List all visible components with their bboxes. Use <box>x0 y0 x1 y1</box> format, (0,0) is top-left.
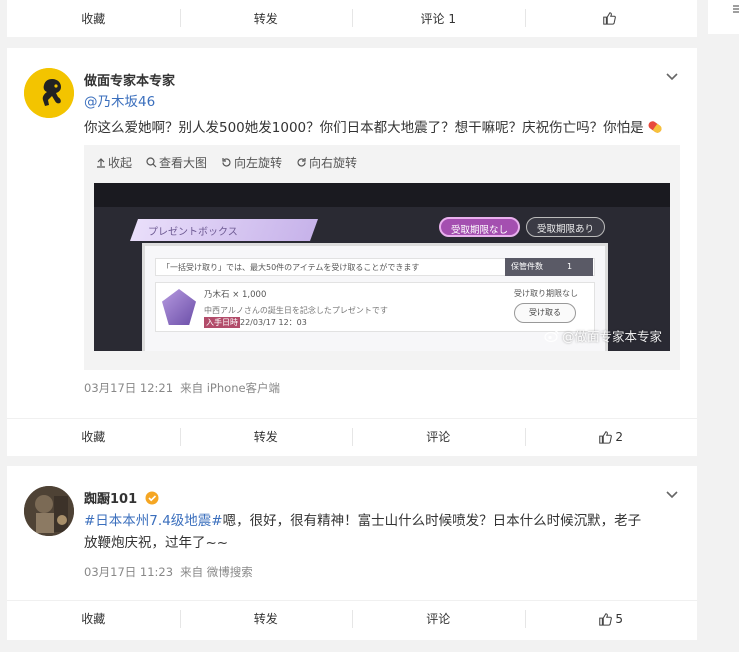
collapse-label: 收起 <box>108 155 133 170</box>
post-date[interactable]: 03月17日 12:21 <box>84 381 173 395</box>
view-large-label: 查看大图 <box>159 155 208 170</box>
avatar-image <box>24 68 74 118</box>
verified-badge-icon <box>145 491 159 505</box>
username[interactable]: 做面专家本专家 <box>84 70 175 89</box>
item-desc: 中西アルノさんの誕生日を記念したプレゼントです <box>204 306 388 315</box>
like-button[interactable]: 5 <box>524 601 698 636</box>
avatar-image <box>24 486 74 536</box>
stored-label: 保管件数 <box>511 262 543 271</box>
pill-emoji-icon <box>648 121 662 133</box>
rotate-left-icon <box>222 157 231 167</box>
like-count: 2 <box>615 429 624 444</box>
rotate-right-label: 向右旋转 <box>309 155 358 170</box>
collapse-button[interactable]: 收起 <box>96 154 132 171</box>
comment-label: 评论 1 <box>420 11 456 26</box>
forward-button[interactable]: 转发 <box>179 419 353 454</box>
thumbs-up-icon <box>599 430 613 444</box>
rotate-left-button[interactable]: 向左旋转 <box>221 154 282 171</box>
crystal-icon <box>162 289 196 325</box>
username-text[interactable]: 踟蹰101 <box>84 492 137 507</box>
post-body-line-1: 嗯，很好，很有精神！富士山什么时候喷发？日本什么时候沉默，老子 <box>222 513 642 529</box>
post-card-2: 踟蹰101 #日本本州7.4级地震#嗯，很好，很有精神！富士山什么时候喷发？日本… <box>7 466 697 640</box>
tab-no-limit: 受取期限なし <box>439 217 521 237</box>
notice-text: 「一括受け取り」では、最大50件のアイテムを受け取ることができます <box>162 263 420 272</box>
like-button[interactable] <box>524 0 698 36</box>
comment-label: 评论 <box>426 612 451 626</box>
collect-label: 收藏 <box>81 430 106 444</box>
present-box-header: プレゼントボックス <box>148 227 238 238</box>
post-actions: 收藏 转发 评论 2 <box>7 418 697 454</box>
upload-arrow-icon <box>97 157 105 168</box>
forward-button[interactable]: 转发 <box>179 0 353 36</box>
post-actions: 收藏 转发 评论 5 <box>7 600 697 636</box>
tab-with-limit: 受取期限あり <box>526 217 606 237</box>
like-count: 5 <box>615 611 624 626</box>
collapse-icon <box>733 5 739 13</box>
collect-button[interactable]: 收藏 <box>7 0 180 36</box>
post-meta: 03月17日 11:23 来自 微博搜索 <box>84 564 253 580</box>
forward-label: 转发 <box>253 612 278 626</box>
comment-button[interactable]: 评论 <box>352 601 525 636</box>
date-value: 22/03/17 12：03 <box>240 318 307 327</box>
item-name: 乃木石 × 1,000 <box>204 290 267 300</box>
mention-text[interactable]: @乃木坂46 <box>84 94 155 110</box>
post-image[interactable]: プレゼントボックス 受取期限なし 受取期限あり 「一括受け取り」では、最大50件… <box>94 183 670 351</box>
collect-label: 收藏 <box>81 612 106 626</box>
mention-link[interactable]: @乃木坂46 <box>84 91 684 113</box>
post-date[interactable]: 03月17日 11:23 <box>84 565 173 579</box>
chevron-down-icon[interactable] <box>665 488 679 502</box>
rotate-right-button[interactable]: 向右旋转 <box>296 154 357 171</box>
avatar[interactable] <box>24 68 74 118</box>
forward-button[interactable]: 转发 <box>179 601 353 636</box>
previous-post-actions: 收藏 转发 评论 1 <box>7 0 697 36</box>
weibo-logo-icon <box>544 330 559 342</box>
watermark-text: @做面专家本专家 <box>561 329 662 344</box>
date-label: 入手日時 <box>204 317 240 328</box>
rotate-right-icon <box>297 157 306 167</box>
collect-label: 收藏 <box>81 11 106 26</box>
comment-button[interactable]: 评论 <box>352 419 525 454</box>
post-source: 来自 微博搜索 <box>180 565 253 579</box>
post-text: 你这么爱她啊？别人发500她发1000？你们日本都大地震了？想干嘛呢？庆祝伤亡吗… <box>84 117 684 139</box>
username[interactable]: 踟蹰101 <box>84 488 159 507</box>
rotate-left-label: 向左旋转 <box>234 155 283 170</box>
stored-count-box: 保管件数 1 <box>505 258 593 276</box>
post-body-line-2: 放鞭炮庆祝，过年了~~ <box>84 535 229 551</box>
image-watermark: @做面专家本专家 <box>544 326 662 345</box>
thumbs-up-icon <box>603 12 617 25</box>
post-meta: 03月17日 12:21 来自 iPhone客户端 <box>84 380 280 396</box>
image-viewer: 收起 查看大图 向左旋转 向右旋转 プレゼントボックス 受取期限なし 受取期限あ… <box>84 145 680 370</box>
right-sidebar-stub <box>708 0 739 34</box>
collect-button[interactable]: 收藏 <box>7 601 180 636</box>
previous-post-card: 收藏 转发 评论 1 <box>7 0 697 37</box>
forward-label: 转发 <box>253 430 278 444</box>
collect-button[interactable]: 收藏 <box>7 419 180 454</box>
comment-label: 评论 <box>426 430 451 444</box>
like-button[interactable]: 2 <box>524 419 698 454</box>
forward-label: 转发 <box>253 11 278 26</box>
search-icon <box>146 156 157 167</box>
avatar[interactable] <box>24 486 74 536</box>
present-panel: 「一括受け取り」では、最大50件のアイテムを受け取ることができます 保管件数 1 … <box>142 243 608 351</box>
comment-button[interactable]: 评论 1 <box>352 0 525 36</box>
present-item: 乃木石 × 1,000 受け取り期限なし 中西アルノさんの誕生日を記念したプレゼ… <box>155 282 595 332</box>
item-limit: 受け取り期限なし <box>514 289 578 298</box>
receive-button: 受け取る <box>514 303 576 323</box>
image-toolbar: 收起 查看大图 向左旋转 向右旋转 <box>84 145 371 179</box>
post-body: 你这么爱她啊？别人发500她发1000？你们日本都大地震了？想干嘛呢？庆祝伤亡吗… <box>84 120 644 136</box>
stored-count: 1 <box>567 262 573 271</box>
post-card-1: 做面专家本专家 @乃木坂46 你这么爱她啊？别人发500她发1000？你们日本都… <box>7 48 697 456</box>
view-large-button[interactable]: 查看大图 <box>146 154 207 171</box>
hashtag-link[interactable]: #日本本州7.4级地震# <box>84 513 223 529</box>
chevron-down-icon[interactable] <box>665 70 679 84</box>
game-topbar <box>94 183 670 207</box>
thumbs-up-icon <box>599 612 613 626</box>
post-text: #日本本州7.4级地震#嗯，很好，很有精神！富士山什么时候喷发？日本什么时候沉默… <box>84 510 684 554</box>
post-source: 来自 iPhone客户端 <box>180 381 281 395</box>
